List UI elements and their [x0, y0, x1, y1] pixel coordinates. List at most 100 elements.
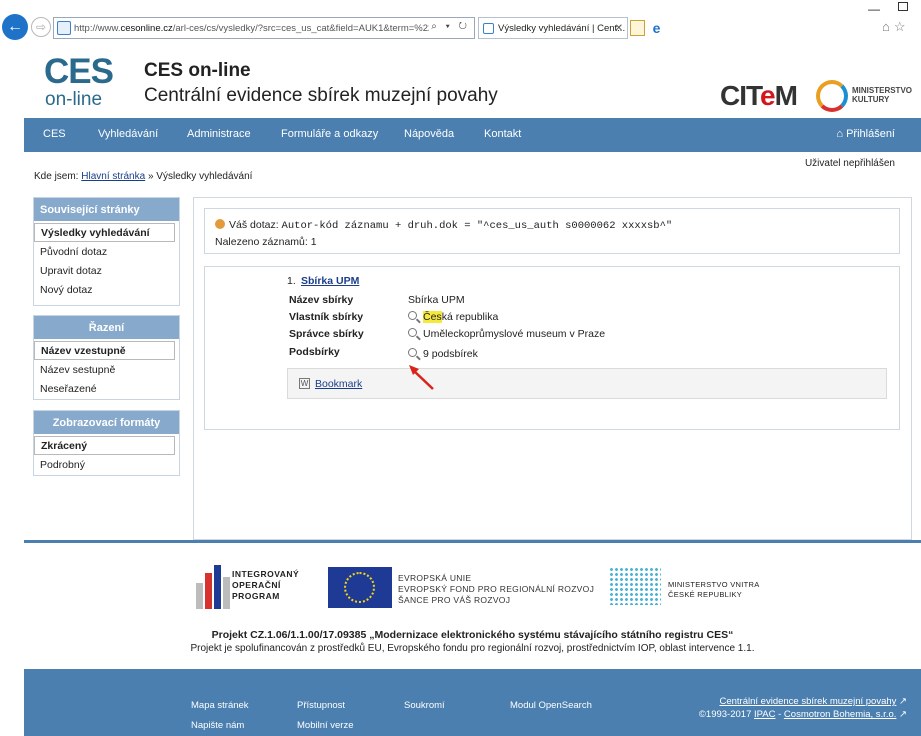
login-link[interactable]: ⌂ Přihlášení [836, 128, 895, 140]
breadcrumb-separator: » [147, 171, 154, 182]
field-value-name: Sbírka UPM [408, 294, 465, 306]
citem-logo[interactable]: CITeM [720, 80, 798, 112]
nav-item-help[interactable]: Nápověda [404, 128, 454, 140]
sidebar-formats: Zobrazovací formáty Zkrácený Podrobný [33, 410, 180, 476]
project-title: Projekt CZ.1.06/1.1.00/17.09385 „Moderni… [211, 629, 734, 641]
ipac-link[interactable]: IPAC [754, 709, 775, 720]
eu-flag-logo[interactable] [328, 567, 392, 608]
page-icon [57, 21, 71, 35]
result-number: 1. [287, 275, 296, 287]
field-label-name: Název sbírky [289, 294, 354, 306]
address-bar[interactable]: http://www.cesonline.cz/arl-ces/cs/vysle… [53, 17, 475, 39]
search-owner-icon[interactable] [408, 311, 417, 320]
query-label: Váš dotaz: [229, 219, 279, 231]
iop-logo[interactable]: INTEGROVANÝ OPERAČNÍ PROGRAM [196, 565, 311, 609]
footer-link-accessibility[interactable]: Přístupnost [297, 700, 345, 711]
main-content: Váš dotaz: Autor-kód záznamu + druh.dok … [193, 197, 912, 540]
browser-chrome: ← ⇨ http://www.cesonline.cz/arl-ces/cs/v… [0, 0, 921, 44]
copyright-years: ©1993-2017 [698, 709, 752, 720]
sidebar-related: Související stránky Výsledky vyhledávání… [33, 197, 180, 306]
ministry-culture-logo[interactable] [816, 80, 848, 112]
forward-button[interactable]: ⇨ [31, 17, 51, 37]
query-icon [215, 219, 225, 229]
breadcrumb-prefix: Kde jsem: [34, 171, 79, 182]
forward-arrow-icon: ⇨ [35, 20, 47, 34]
owner-rest: ká republika [441, 311, 499, 323]
cosmotron-link[interactable]: Cosmotron Bohemia, s.r.o. [784, 709, 896, 720]
field-value-subcollections: 9 podsbírek [408, 348, 478, 360]
nav-item-administration[interactable]: Administrace [187, 128, 251, 140]
search-subcollections-icon[interactable] [408, 348, 417, 357]
bookmark-icon: W [299, 378, 310, 389]
found-count-line: Nalezeno záznamů: 1 [215, 236, 317, 248]
home-favorites-icons[interactable]: ⌂☆ [882, 19, 910, 35]
red-arrow-annotation [409, 365, 434, 390]
sidebar-item-detailed[interactable]: Podrobný [34, 455, 175, 474]
breadcrumb-home-link[interactable]: Hlavní stránka [81, 171, 145, 182]
sidebar-item-original-query[interactable]: Původní dotaz [34, 242, 175, 261]
result-item: 1. Sbírka UPM Název sbírky Sbírka UPM Vl… [204, 266, 900, 430]
nav-item-forms[interactable]: Formuláře a odkazy [281, 128, 378, 140]
nav-item-contact[interactable]: Kontakt [484, 128, 521, 140]
url-prefix: http://www. [74, 22, 121, 34]
search-manager-icon[interactable] [408, 328, 417, 337]
subcollections-text: 9 podsbírek [423, 348, 478, 360]
found-count: 1 [310, 236, 317, 248]
nav-item-search[interactable]: Vyhledávání [98, 128, 158, 140]
citem-logo-b: e [760, 80, 776, 111]
bookmark-link[interactable]: Bookmark [315, 378, 362, 390]
footer-links: Mapa stránek Přístupnost Soukromí Modul … [24, 669, 921, 736]
footer-link-opensearch[interactable]: Modul OpenSearch [510, 700, 592, 711]
sidebar-item-name-desc[interactable]: Název sestupně [34, 360, 175, 379]
ministry-interior-logo[interactable] [609, 567, 661, 605]
query-expression: Autor-kód záznamu + druh.dok = "^ces_us_… [281, 220, 673, 232]
login-icon: ⌂ [836, 128, 844, 140]
restore-icon[interactable] [898, 2, 908, 11]
eu-logo-text: EVROPSKÁ UNIE EVROPSKÝ FOND PRO REGIONÁLN… [398, 573, 595, 605]
sidebar-item-name-asc[interactable]: Název vzestupně [34, 341, 175, 360]
footer-link-sitemap[interactable]: Mapa stránek [191, 700, 249, 711]
sidebar-sort-title: Řazení [34, 316, 179, 339]
footer-link-write-us[interactable]: Napište nám [191, 720, 244, 731]
footer-copyright: ©1993-2017 IPAC - Cosmotron Bohemia, s.r… [698, 709, 907, 720]
project-funding: Projekt je spolufinancován z prostředků … [190, 643, 755, 654]
main-nav: CES Vyhledávání Administrace Formuláře a… [24, 118, 921, 152]
query-box: Váš dotaz: Autor-kód záznamu + druh.dok … [204, 208, 900, 254]
site-title: CES on-line [144, 60, 251, 81]
ces-logo-online[interactable]: on-line [45, 90, 102, 110]
ie-icon[interactable]: e [649, 20, 664, 36]
back-button[interactable]: ← [2, 14, 28, 40]
site: CES on-line CES on-line Centrální eviden… [24, 44, 921, 736]
footer-partners: INTEGROVANÝ OPERAČNÍ PROGRAM EVROPSKÁ UNIE… [24, 543, 921, 669]
breadcrumb: Kde jsem: Hlavní stránka » Výsledky vyhl… [34, 171, 252, 182]
footer-link-privacy[interactable]: Soukromí [404, 700, 445, 711]
iop-logo-text: INTEGROVANÝ OPERAČNÍ PROGRAM [232, 569, 300, 601]
footer-ces-link[interactable]: Centrální evidence sbírek muzejní povahy… [719, 696, 907, 707]
ces-logo[interactable]: CES [44, 54, 114, 90]
citem-logo-c: M [774, 80, 798, 111]
sidebar-item-short[interactable]: Zkrácený [34, 436, 175, 455]
sidebar-item-edit-query[interactable]: Upravit dotaz [34, 261, 175, 280]
field-value-owner: Česká republika [408, 311, 498, 323]
url-text[interactable]: http://www.cesonline.cz/arl-ces/cs/vysle… [74, 23, 429, 34]
sidebar-item-new-query[interactable]: Nový dotaz [34, 280, 175, 299]
field-label-owner: Vlastník sbírky [289, 311, 364, 323]
owner-highlight: Čes [423, 311, 442, 323]
new-tab-icon[interactable] [630, 20, 645, 36]
browser-tab[interactable]: Výsledky vyhledávání | Cent... ✕ [478, 17, 628, 39]
sidebar-item-unsorted[interactable]: Neseřazené [34, 379, 175, 398]
minimize-icon[interactable]: — [868, 2, 880, 16]
result-title-link[interactable]: Sbírka UPM [301, 275, 359, 287]
sidebar-sort: Řazení Název vzestupně Název sestupně Ne… [33, 315, 180, 400]
ministry-culture-logo-text: MINISTERSTVO KULTURY [852, 86, 913, 104]
sidebar-item-results[interactable]: Výsledky vyhledávání [34, 223, 175, 242]
address-tools-icons[interactable]: ⌕ ▾ ↻ [431, 21, 470, 32]
breadcrumb-current: Výsledky vyhledávání [156, 171, 253, 182]
sidebar-formats-title: Zobrazovací formáty [34, 411, 179, 434]
footer-link-mobile[interactable]: Mobilní verze [297, 720, 354, 731]
nav-item-ces[interactable]: CES [43, 128, 66, 140]
login-label: Přihlášení [846, 128, 895, 140]
tab-close-icon[interactable]: ✕ [615, 23, 623, 34]
user-status: Uživatel nepřihlášen [804, 158, 895, 169]
url-domain: cesonline.cz [120, 22, 173, 34]
